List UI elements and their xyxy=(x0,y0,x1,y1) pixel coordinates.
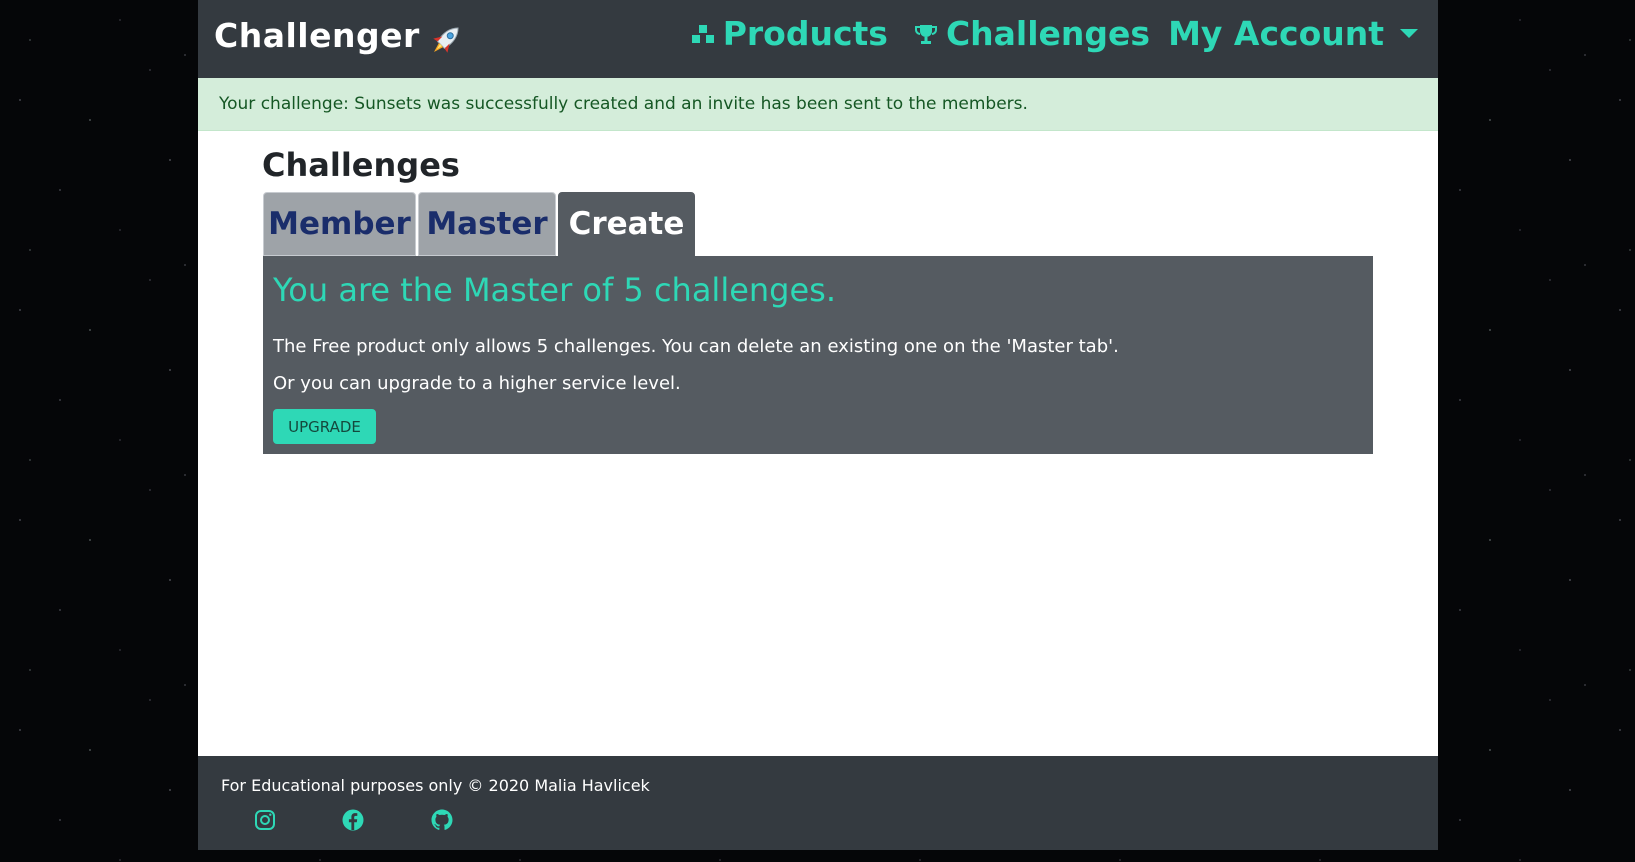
trophy-icon xyxy=(914,24,937,44)
footer: For Educational purposes only © 2020 Mal… xyxy=(198,756,1438,850)
nav-products-link[interactable]: Products xyxy=(691,14,888,53)
instagram-icon[interactable] xyxy=(253,808,277,832)
nav-challenges-link[interactable]: Challenges xyxy=(914,14,1150,53)
navbar: Challenger Products Challenges My Accoun… xyxy=(198,0,1438,78)
nav-products-label: Products xyxy=(722,14,888,53)
alert-message: Your challenge: Sunsets was successfully… xyxy=(219,94,1028,114)
cubes-icon xyxy=(691,24,714,43)
tab-member[interactable]: Member xyxy=(263,192,416,256)
nav-challenges-label: Challenges xyxy=(945,14,1151,53)
nav-links: Products Challenges My Account xyxy=(673,14,1418,53)
tab-panel: You are the Master of 5 challenges. The … xyxy=(263,256,1373,454)
facebook-icon[interactable] xyxy=(341,808,365,832)
github-icon[interactable] xyxy=(430,808,454,832)
page-container: Challenger Products Challenges My Accoun… xyxy=(198,0,1438,850)
tab-master[interactable]: Master xyxy=(418,192,556,256)
panel-title: You are the Master of 5 challenges. xyxy=(273,271,837,309)
panel-text-limit: The Free product only allows 5 challenge… xyxy=(273,336,1119,357)
rocket-icon xyxy=(433,27,459,53)
panel-text-upgrade: Or you can upgrade to a higher service l… xyxy=(273,373,681,394)
nav-account-label: My Account xyxy=(1168,14,1384,53)
tab-create[interactable]: Create xyxy=(558,192,695,256)
challenge-tabs: Member Master Create xyxy=(263,192,697,256)
footer-copyright: For Educational purposes only © 2020 Mal… xyxy=(221,776,650,795)
upgrade-button[interactable]: UPGRADE xyxy=(273,409,376,444)
page-title: Challenges xyxy=(262,146,460,184)
caret-down-icon xyxy=(1400,29,1418,38)
brand-name[interactable]: Challenger xyxy=(214,16,420,55)
nav-account-dropdown[interactable]: My Account xyxy=(1168,14,1418,53)
success-alert: Your challenge: Sunsets was successfully… xyxy=(198,78,1438,131)
